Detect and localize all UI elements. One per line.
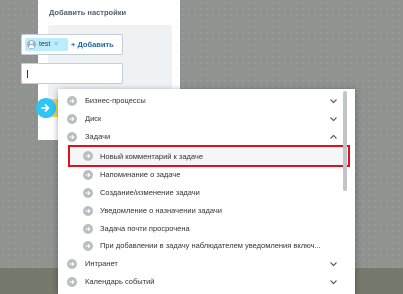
panel-title: Добавить настройки [49,8,127,17]
dropdown-item-label: Новый комментарий к задаче [100,152,203,161]
arrow-right-icon [83,206,93,216]
text-cursor [27,70,28,78]
dropdown-item-label: Диск [85,114,102,123]
arrow-right-icon [83,224,93,234]
arrow-right-icon [67,114,77,124]
remove-tag-icon[interactable]: × [54,41,58,48]
dropdown-group-business-processes[interactable]: Бизнес-процессы [58,92,355,110]
scrollbar-thumb[interactable] [343,91,347,191]
chevron-up-icon[interactable] [329,133,338,141]
dropdown-group-intranet[interactable]: Интранет [58,255,355,273]
dropdown-item-task-create-edit[interactable]: Создание/изменение задачи [58,184,355,202]
user-tag-chip[interactable]: test × [25,38,68,51]
dropdown-item-label: Бизнес-процессы [85,96,146,105]
recipient-tag-field[interactable]: test × + Добавить [21,34,123,55]
dropdown-item-label: Уведомление о назначении задачи [100,206,222,215]
chevron-down-icon[interactable] [329,97,338,105]
dropdown-item-label: При добавлении в задачу наблюдателем уве… [100,241,321,250]
arrow-right-icon [67,96,77,106]
arrow-right-icon [83,241,93,251]
dropdown-group-event-calendar[interactable]: Календарь событий [58,273,355,291]
dropdown-scrollbar[interactable] [343,91,347,290]
search-input[interactable] [21,63,123,84]
dropdown-item-task-almost-overdue[interactable]: Задача почти просрочена [58,220,355,238]
dropdown-item-label: Создание/изменение задачи [100,188,200,197]
user-icon [27,40,36,49]
arrow-right-icon[interactable] [36,98,56,118]
notification-type-dropdown: Бизнес-процессы Диск Задачи Новый коммен… [58,89,355,294]
dropdown-group-disk[interactable]: Диск [58,110,355,128]
chevron-down-icon[interactable] [329,115,338,123]
dropdown-group-tasks[interactable]: Задачи [58,128,355,146]
arrow-right-icon [83,188,93,198]
dropdown-item-task-reminder[interactable]: Напоминание о задаче [58,166,355,184]
arrow-right-icon [67,277,77,287]
dropdown-item-observer-added[interactable]: При добавлении в задачу наблюдателем уве… [58,237,355,255]
dropdown-item-new-task-comment[interactable]: Новый комментарий к задаче [68,145,350,167]
chevron-down-icon[interactable] [329,260,338,268]
arrow-right-icon [67,132,77,142]
dropdown-item-label: Напоминание о задаче [100,170,181,179]
dropdown-item-task-assignment[interactable]: Уведомление о назначении задачи [58,202,355,220]
tag-label: test [39,41,51,48]
arrow-right-icon [83,170,93,180]
dropdown-item-label: Календарь событий [85,277,155,286]
chevron-down-icon[interactable] [329,278,338,286]
add-link[interactable]: + Добавить [71,40,114,49]
arrow-right-icon [67,259,77,269]
dropdown-item-label: Задача почти просрочена [100,224,190,233]
dropdown-item-label: Задачи [85,132,111,141]
arrow-right-icon [83,151,93,161]
dropdown-item-label: Интранет [85,259,118,268]
